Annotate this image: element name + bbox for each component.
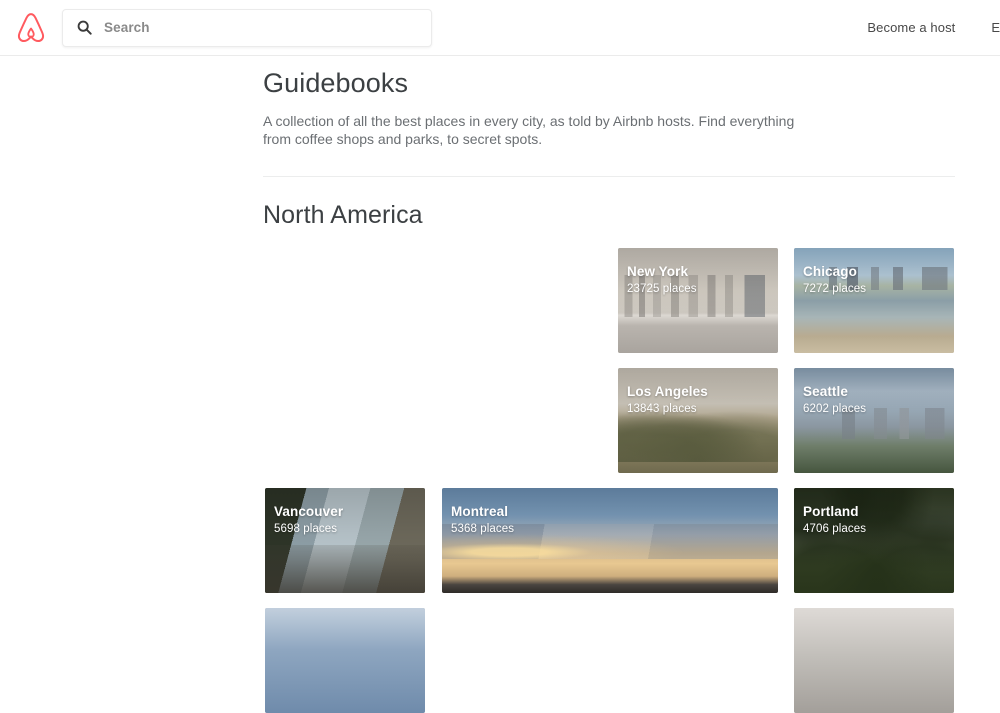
city-card-partial[interactable] — [794, 608, 954, 713]
card-photo — [794, 608, 954, 713]
city-card[interactable]: Seattle 6202 places — [794, 368, 954, 473]
city-card[interactable]: Vancouver 5698 places — [265, 488, 425, 593]
airbnb-belo-logo-icon — [16, 12, 46, 44]
card-city-name: New York — [627, 264, 689, 279]
card-label: Los Angeles 13843 places — [627, 384, 770, 417]
card-place-count: 5368 places — [451, 523, 515, 535]
card-place-count: 23725 places — [627, 283, 697, 295]
card-photo — [265, 608, 425, 713]
site-header: Search Become a host Earn cr — [0, 0, 1000, 56]
card-city-name: Montreal — [451, 504, 509, 519]
card-place-count: 5698 places — [274, 523, 338, 535]
city-card[interactable]: Montreal 5368 places — [442, 488, 778, 593]
card-place-count: 4706 places — [803, 523, 867, 535]
city-card-partial[interactable] — [265, 608, 425, 713]
card-city-name: Seattle — [803, 384, 848, 399]
page-title: Guidebooks — [263, 68, 409, 98]
card-label: Portland 4706 places — [803, 504, 946, 537]
header-nav: Become a host Earn cr — [831, 0, 1000, 56]
card-city-name: Chicago — [803, 264, 857, 279]
card-label: New York 23725 places — [627, 264, 770, 297]
city-card[interactable]: Chicago 7272 places — [794, 248, 954, 353]
card-label: Montreal 5368 places — [451, 504, 770, 537]
city-card[interactable]: New York 23725 places — [618, 248, 778, 353]
section-divider — [263, 176, 955, 177]
nav-earn-credit[interactable]: Earn cr — [991, 20, 1000, 35]
city-card[interactable]: Los Angeles 13843 places — [618, 368, 778, 473]
search-placeholder: Search — [104, 20, 150, 35]
card-city-name: Vancouver — [274, 504, 344, 519]
card-label: Chicago 7272 places — [803, 264, 946, 297]
card-city-name: Los Angeles — [627, 384, 708, 399]
card-place-count: 7272 places — [803, 283, 867, 295]
page-description: A collection of all the best places in e… — [263, 113, 795, 147]
city-card[interactable]: Portland 4706 places — [794, 488, 954, 593]
card-city-name: Portland — [803, 504, 859, 519]
card-label: Vancouver 5698 places — [274, 504, 417, 537]
card-label: Seattle 6202 places — [803, 384, 946, 417]
card-place-count: 13843 places — [627, 403, 697, 415]
airbnb-logo-link[interactable] — [0, 0, 62, 56]
nav-become-a-host[interactable]: Become a host — [867, 20, 955, 35]
guidebooks-page: Guidebooks A collection of all the best … — [263, 56, 955, 713]
search-icon — [77, 20, 92, 35]
card-place-count: 6202 places — [803, 403, 867, 415]
search-input[interactable]: Search — [62, 8, 432, 47]
section-heading-north-america: North America — [263, 201, 423, 229]
